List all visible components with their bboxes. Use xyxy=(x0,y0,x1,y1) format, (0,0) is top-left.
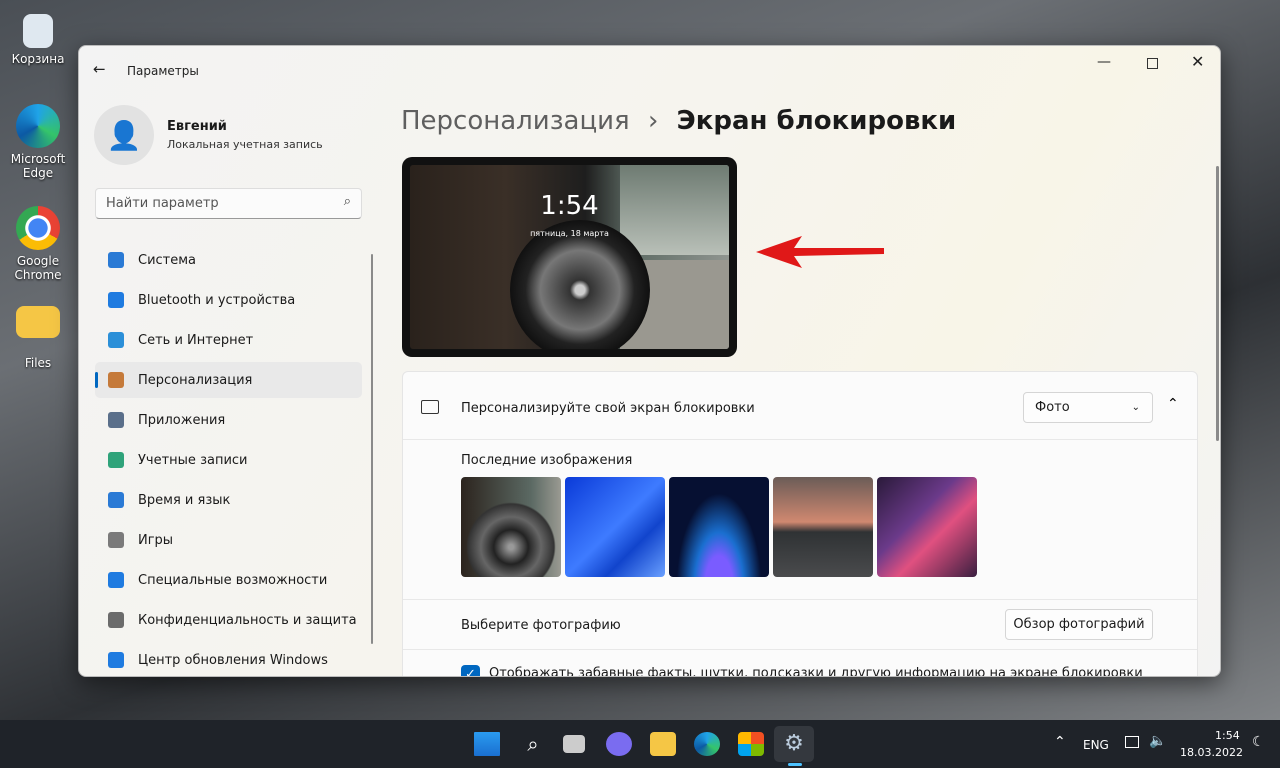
recent-image-3[interactable] xyxy=(669,477,769,577)
sidebar-scrollbar[interactable] xyxy=(371,254,373,644)
focus-moon-icon[interactable]: ☾ xyxy=(1252,734,1265,750)
accessibility-icon xyxy=(108,572,124,588)
network-icon[interactable] xyxy=(1125,736,1139,748)
edge-icon[interactable] xyxy=(694,732,720,756)
desktop-icon-chrome[interactable]: Google Chrome xyxy=(0,206,76,282)
sidebar-item-label: Специальные возможности xyxy=(138,572,328,588)
desktop-icon-files[interactable]: Files xyxy=(0,306,76,370)
sidebar-item-2[interactable]: Сеть и Интернет xyxy=(95,322,362,358)
taskbar: ⌕ ⚙ ⌃ ENG 🔈 1:54 18.03.2022 ☾ xyxy=(0,720,1280,768)
sidebar-item-1[interactable]: Bluetooth и устройства xyxy=(95,282,362,318)
store-icon[interactable] xyxy=(738,732,764,756)
search-icon[interactable]: ⌕ xyxy=(344,194,351,209)
close-button[interactable]: ✕ xyxy=(1191,52,1204,71)
chrome-icon xyxy=(16,206,60,250)
sidebar-item-label: Bluetooth и устройства xyxy=(138,292,296,308)
file-explorer-icon[interactable] xyxy=(650,732,676,756)
bluetooth-icon xyxy=(108,292,124,308)
chat-icon[interactable] xyxy=(606,732,632,756)
chevron-up-icon[interactable]: ⌃ xyxy=(1054,734,1066,750)
desktop-icon-recycle-bin[interactable]: Корзина xyxy=(0,14,76,66)
settings-window: ← Параметры — ✕ 👤 Евгений Локальная учет… xyxy=(78,45,1221,677)
sidebar-item-label: Приложения xyxy=(138,412,226,428)
recent-image-5[interactable] xyxy=(877,477,977,577)
fun-facts-checkbox[interactable]: ✓ xyxy=(461,665,480,676)
window-title: Параметры xyxy=(127,64,199,78)
update-icon xyxy=(108,652,124,668)
shield-icon xyxy=(108,612,124,628)
breadcrumb-parent[interactable]: Персонализация xyxy=(401,106,630,136)
sidebar-item-label: Учетные записи xyxy=(138,452,248,468)
recent-image-2[interactable] xyxy=(565,477,665,577)
sidebar-item-4[interactable]: Приложения xyxy=(95,402,362,438)
edge-icon xyxy=(16,104,60,148)
sidebar-item-label: Время и язык xyxy=(138,492,231,508)
sidebar-item-label: Конфиденциальность и защита xyxy=(138,612,357,628)
task-view-icon[interactable] xyxy=(563,735,585,753)
sidebar-item-label: Система xyxy=(138,252,197,268)
person-icon xyxy=(108,452,124,468)
browse-photos-button[interactable]: Обзор фотографий xyxy=(1005,609,1153,640)
sidebar-item-label: Персонализация xyxy=(138,372,253,388)
recent-image-1[interactable] xyxy=(461,477,561,577)
breadcrumb: Персонализация › Экран блокировки xyxy=(401,106,957,136)
background-type-dropdown[interactable]: Фото ⌄ xyxy=(1023,392,1153,423)
red-arrow-annotation xyxy=(756,236,884,268)
collapse-chevron-up-icon[interactable]: ⌃ xyxy=(1167,396,1179,412)
sidebar-item-10[interactable]: Центр обновления Windows xyxy=(95,642,362,676)
preview-date: пятница, 18 марта xyxy=(530,229,609,238)
settings-gear-icon[interactable]: ⚙ xyxy=(774,726,814,762)
wifi-icon xyxy=(108,332,124,348)
sidebar-item-5[interactable]: Учетные записи xyxy=(95,442,362,478)
preview-time: 1:54 xyxy=(540,191,599,221)
sidebar-item-0[interactable]: Система xyxy=(95,242,362,278)
desktop-icon-edge[interactable]: Microsoft Edge xyxy=(0,104,76,180)
user-name: Евгений xyxy=(167,119,227,134)
selected-indicator xyxy=(95,372,98,388)
chevron-down-icon: ⌄ xyxy=(1131,402,1140,413)
recycle-bin-icon xyxy=(23,14,53,48)
back-button[interactable]: ← xyxy=(93,60,106,78)
minimize-button[interactable]: — xyxy=(1097,54,1111,70)
volume-icon[interactable]: 🔈 xyxy=(1149,733,1166,749)
start-icon[interactable] xyxy=(474,732,500,756)
monitor-icon xyxy=(108,252,124,268)
sidebar-item-9[interactable]: Конфиденциальность и защита xyxy=(95,602,362,638)
globe-clock-icon xyxy=(108,492,124,508)
sidebar-item-8[interactable]: Специальные возможности xyxy=(95,562,362,598)
search-input[interactable]: Найти параметр ⌕ xyxy=(95,188,362,219)
sidebar-item-6[interactable]: Время и язык xyxy=(95,482,362,518)
maximize-button[interactable] xyxy=(1147,58,1158,69)
sidebar-item-label: Игры xyxy=(138,532,174,548)
wheel-image xyxy=(510,220,650,349)
lock-screen-card: Персонализируйте свой экран блокировки Ф… xyxy=(402,371,1198,676)
brush-icon xyxy=(108,372,124,388)
page-title: Экран блокировки xyxy=(676,106,957,136)
sidebar-item-3[interactable]: Персонализация xyxy=(95,362,362,398)
sidebar-item-7[interactable]: Игры xyxy=(95,522,362,558)
sidebar-item-label: Сеть и Интернет xyxy=(138,332,254,348)
lock-screen-icon xyxy=(421,400,439,414)
user-account-type: Локальная учетная запись xyxy=(167,138,323,151)
folder-icon xyxy=(16,306,60,338)
clock-time[interactable]: 1:54 xyxy=(1215,729,1240,742)
avatar[interactable]: 👤 xyxy=(94,105,154,165)
apps-icon xyxy=(108,412,124,428)
sidebar-item-label: Центр обновления Windows xyxy=(138,652,328,668)
content-scrollbar[interactable] xyxy=(1216,166,1219,441)
clock-date[interactable]: 18.03.2022 xyxy=(1180,746,1243,759)
title-bar: ← Параметры — ✕ xyxy=(79,46,1220,86)
gamepad-icon xyxy=(108,532,124,548)
search-icon[interactable]: ⌕ xyxy=(520,732,546,756)
lock-screen-preview: 1:54 пятница, 18 марта xyxy=(402,157,737,357)
recent-image-4[interactable] xyxy=(773,477,873,577)
active-app-indicator xyxy=(788,763,802,766)
language-indicator[interactable]: ENG xyxy=(1083,738,1109,752)
